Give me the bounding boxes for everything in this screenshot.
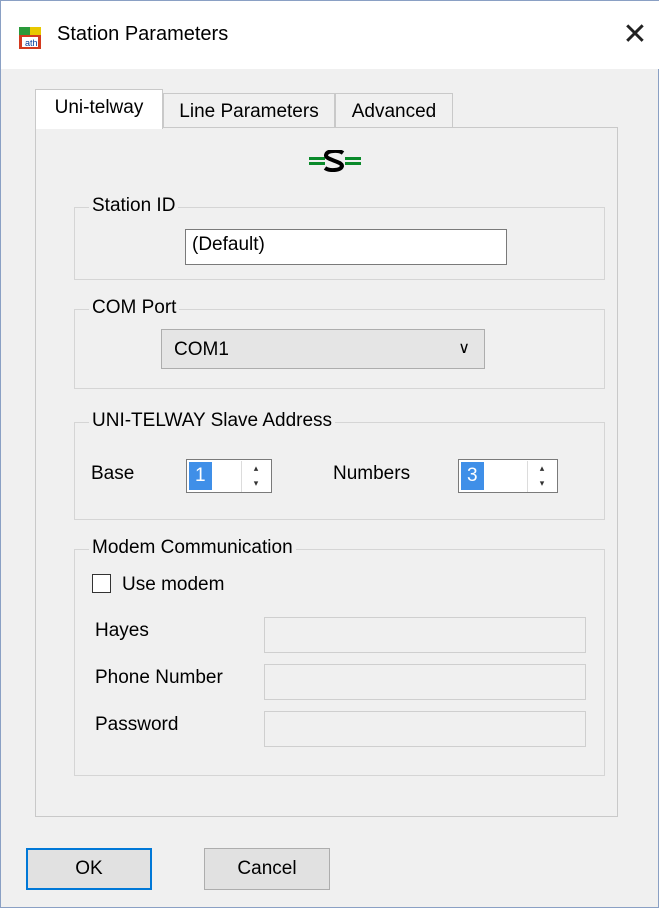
use-modem-label[interactable]: Use modem [122,574,224,596]
station-id-legend: Station ID [89,195,179,217]
telemecanique-s-icon [309,150,361,172]
spin-buttons[interactable]: ▴ ▾ [527,461,556,492]
com-port-group: COM Port COM1 ∨ [74,297,605,389]
modem-legend: Modem Communication [89,537,296,559]
title-bar: ath Station Parameters ✕ [1,1,659,69]
tab-label: Line Parameters [179,101,319,122]
chevron-down-icon[interactable]: ▾ [528,476,556,491]
slave-address-legend: UNI-TELWAY Slave Address [89,410,336,432]
tab-advanced[interactable]: Advanced [335,93,453,128]
tab-label: Uni-telway [54,97,144,118]
window-title: Station Parameters [57,23,229,45]
station-id-input[interactable]: (Default) [185,229,507,265]
numbers-value: 3 [461,462,484,490]
svg-text:ath: ath [25,38,38,48]
slave-address-group: UNI-TELWAY Slave Address Base 1 ▴ ▾ Numb… [74,410,605,520]
app-icon: ath [19,27,41,49]
cancel-button[interactable]: Cancel [204,848,330,890]
chevron-down-icon: ∨ [458,340,470,357]
tab-label: Advanced [351,101,437,122]
base-value: 1 [189,462,212,490]
modem-group: Modem Communication Use modem Hayes Phon… [74,537,605,776]
base-spinner[interactable]: 1 ▴ ▾ [186,459,272,493]
tab-panel: Station ID (Default) COM Port COM1 ∨ UNI… [35,127,618,817]
chevron-up-icon[interactable]: ▴ [242,461,270,476]
station-id-group: Station ID (Default) [74,195,605,280]
com-port-select[interactable]: COM1 ∨ [161,329,485,369]
tab-uni-telway[interactable]: Uni-telway [35,89,163,129]
chevron-up-icon[interactable]: ▴ [528,461,556,476]
password-label: Password [95,714,179,735]
phone-number-label: Phone Number [95,667,223,688]
numbers-label: Numbers [333,463,411,484]
com-port-value: COM1 [174,339,229,360]
station-parameters-dialog: ath Station Parameters ✕ Uni-telway Line… [0,0,659,908]
tab-line-parameters[interactable]: Line Parameters [163,93,335,128]
numbers-spinner[interactable]: 3 ▴ ▾ [458,459,558,493]
use-modem-checkbox[interactable] [92,574,111,593]
spin-buttons[interactable]: ▴ ▾ [241,461,270,492]
hayes-field [264,617,586,653]
hayes-label: Hayes [95,620,149,641]
ok-button[interactable]: OK [26,848,152,890]
phone-number-field [264,664,586,700]
base-label: Base [91,463,135,484]
com-port-legend: COM Port [89,297,180,319]
password-field [264,711,586,747]
close-icon[interactable]: ✕ [615,15,655,55]
chevron-down-icon[interactable]: ▾ [242,476,270,491]
